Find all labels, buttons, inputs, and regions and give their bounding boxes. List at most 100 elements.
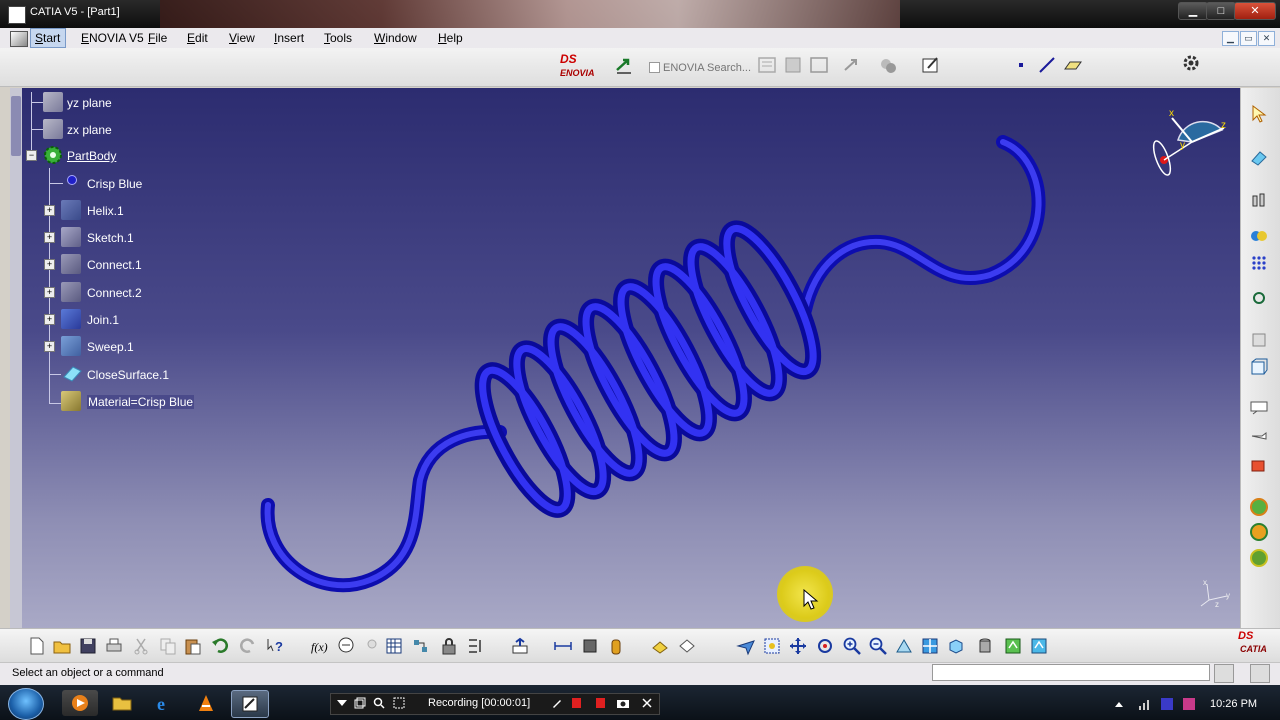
lock-icon[interactable] [439,636,459,656]
menu-tools[interactable]: Tools [324,31,352,45]
status-panel-button[interactable] [1214,664,1234,683]
zoom-search-icon[interactable] [373,697,385,709]
cube-frame-icon[interactable] [1249,357,1269,377]
normal-view-icon[interactable] [894,636,914,656]
plane-icon[interactable] [43,119,63,139]
tray-app-icon[interactable] [1182,697,1196,711]
material-icon[interactable] [61,391,81,411]
pencil-icon[interactable] [551,697,563,709]
tree-item-close-surface[interactable]: CloseSurface.1 [87,368,169,382]
whats-this-icon[interactable]: ? [265,636,285,656]
replace-icon[interactable] [877,54,899,76]
analysis-sphere-icon[interactable] [1249,497,1269,517]
rotate-icon[interactable] [815,636,835,656]
region-icon[interactable] [393,697,405,709]
enovia-frame-icon[interactable] [808,54,830,76]
sweep-icon[interactable] [61,336,81,356]
join-icon[interactable] [61,309,81,329]
analysis-sphere-icon[interactable] [1249,522,1269,542]
plane-tool-icon[interactable] [1062,54,1084,76]
menu-file[interactable]: File [148,31,167,45]
render-icon[interactable] [650,636,670,656]
media-player-icon[interactable] [62,690,98,716]
fit-all-icon[interactable] [762,636,782,656]
catia-menu-icon[interactable] [10,31,28,47]
plane-icon[interactable] [43,92,63,112]
formula-icon[interactable]: f(x) [310,636,330,656]
search-tree-icon[interactable] [756,54,778,76]
tree-item-sketch[interactable]: Sketch.1 [87,231,134,245]
apply-material-icon[interactable] [1249,226,1269,246]
text-annotation-icon[interactable] [1249,398,1269,418]
tree-collapse-toggle[interactable]: − [26,150,37,161]
mdi-minimize-button[interactable]: ▁ [1222,31,1239,46]
mdi-close-button[interactable]: ✕ [1258,31,1275,46]
menu-edit[interactable]: Edit [187,31,208,45]
pause-record-icon[interactable] [596,698,605,708]
constraint-icon[interactable] [1249,330,1269,350]
pan-icon[interactable] [788,636,808,656]
minimize-button[interactable]: ▁ [1178,2,1208,20]
close-button[interactable]: ✕ [1234,2,1276,20]
point-icon[interactable] [1010,54,1032,76]
fly-mode-icon[interactable] [736,636,756,656]
network-icon[interactable] [1138,697,1152,711]
windows-start-button[interactable] [8,688,44,720]
tree-item-yz-plane[interactable]: yz plane [67,96,112,110]
window-select-icon[interactable] [354,697,366,709]
tree-item-crisp-blue[interactable]: Crisp Blue [87,177,142,191]
new-document-icon[interactable] [27,636,47,656]
tree-item-join[interactable]: Join.1 [87,313,119,327]
tree-expand-toggle[interactable]: + [44,259,55,270]
3d-viewport[interactable]: x y z x y z [10,88,1240,628]
flag-note-icon[interactable] [1249,426,1269,446]
material-dot-icon[interactable] [68,176,76,184]
helix-icon[interactable] [61,200,81,220]
enovia-search-input[interactable] [661,58,755,78]
tree-expand-toggle[interactable]: + [44,341,55,352]
menu-help[interactable]: Help [438,31,463,45]
tree-item-sweep[interactable]: Sweep.1 [87,340,134,354]
menu-enovia[interactable]: ENOVIA V5 [81,31,144,45]
compass-widget[interactable] [1150,110,1230,180]
status-panel-button[interactable] [1250,664,1270,683]
tree-expand-toggle[interactable]: + [44,232,55,243]
inertia-icon[interactable] [606,636,626,656]
undo-icon[interactable] [210,636,230,656]
part-body-icon[interactable] [42,144,64,166]
tree-expand-icon[interactable] [466,636,486,656]
3d-annotation-icon[interactable] [1249,455,1269,475]
command-input[interactable] [932,664,1210,681]
hide-show-icon[interactable] [1003,636,1023,656]
publish-icon[interactable] [842,54,864,76]
scroll-thumb[interactable] [11,96,21,156]
apply-icon[interactable] [677,636,697,656]
select-arrow-icon[interactable] [1249,104,1269,124]
swap-visible-icon[interactable] [1029,636,1049,656]
multi-view-icon[interactable] [920,636,940,656]
redo-icon[interactable] [238,636,258,656]
explorer-icon[interactable] [104,690,140,716]
tree-item-helix[interactable]: Helix.1 [87,204,124,218]
connect-icon[interactable] [61,254,81,274]
viewport-left-scrollbar[interactable] [10,88,22,628]
maximize-button[interactable]: □ [1206,2,1236,20]
mdi-restore-button[interactable]: ▭ [1240,31,1257,46]
internet-explorer-icon[interactable]: e [146,690,182,716]
measure-between-icon[interactable] [553,636,573,656]
catalog-icon[interactable] [411,636,431,656]
spring-model[interactable] [10,88,1240,628]
navigate-icon[interactable] [614,54,636,76]
scan-icon[interactable] [580,636,600,656]
snap-icon[interactable] [1249,288,1269,308]
sketch-icon[interactable] [61,227,81,247]
tree-item-connect-2[interactable]: Connect.2 [87,286,142,300]
settings-gear-icon[interactable] [1180,52,1202,74]
analysis-sphere-icon[interactable] [1249,548,1269,568]
connect-icon[interactable] [61,282,81,302]
vlc-icon[interactable] [188,690,224,716]
open-folder-icon[interactable] [52,636,72,656]
shading-icon[interactable] [975,636,995,656]
save-to-enovia-icon[interactable] [782,54,804,76]
cut-icon[interactable] [131,636,151,656]
